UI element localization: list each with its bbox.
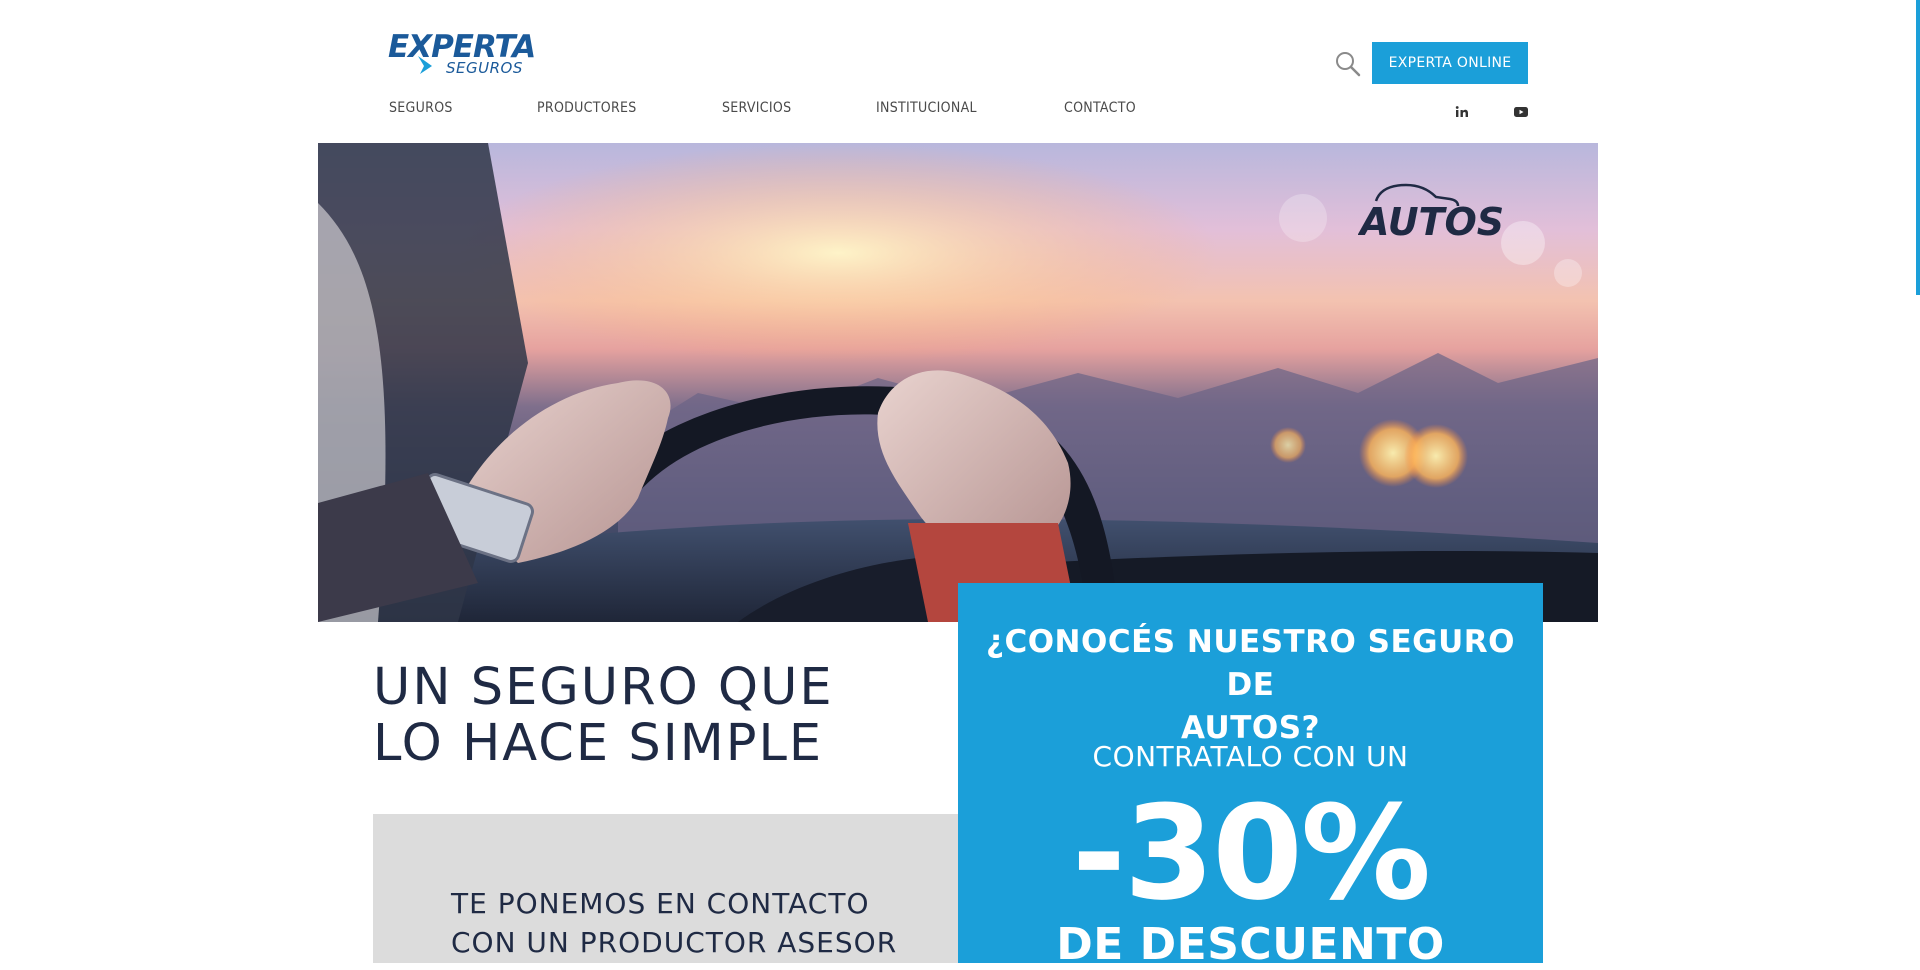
headline-line-1: UN SEGURO QUE (373, 658, 834, 717)
autos-badge: AUTOS (1358, 173, 1508, 243)
promo-percent: -30% (1071, 777, 1431, 929)
experta-logo[interactable]: EXPERTA SEGUROS (388, 30, 536, 82)
nav-item-servicios[interactable]: SERVICIOS (722, 100, 791, 116)
contact-text: TE PONEMOS EN CONTACTO CON UN PRODUCTOR … (451, 884, 897, 962)
nav-item-productores[interactable]: PRODUCTORES (537, 100, 637, 116)
promo-subtitle: CONTRATALO CON UN (1092, 740, 1409, 773)
main-headline: UN SEGURO QUE LO HACE SIMPLE (373, 660, 873, 772)
logo-subtitle: SEGUROS (446, 59, 523, 77)
promo-question: ¿CONOCÉS NUESTRO SEGURO DE AUTOS? (958, 621, 1543, 750)
contact-line-2: CON UN PRODUCTOR ASESOR (451, 926, 898, 959)
search-icon[interactable] (1333, 49, 1363, 79)
promo-question-line-1: ¿CONOCÉS NUESTRO SEGURO DE (985, 624, 1516, 703)
linkedin-icon[interactable] (1453, 103, 1471, 121)
youtube-icon[interactable] (1512, 103, 1530, 121)
promo-box: ¿CONOCÉS NUESTRO SEGURO DE AUTOS? CONTRA… (958, 583, 1543, 970)
headline-line-2: LO HACE SIMPLE (373, 714, 824, 773)
logo-swoosh-icon (418, 56, 432, 74)
contact-line-1: TE PONEMOS EN CONTACTO (451, 887, 870, 920)
promo-discount: DE DESCUENTO (1056, 919, 1445, 970)
hero-banner: AUTOS (318, 143, 1598, 622)
autos-badge-label: AUTOS (1358, 200, 1504, 243)
contact-productor-box[interactable]: TE PONEMOS EN CONTACTO CON UN PRODUCTOR … (373, 814, 959, 963)
car-icon: AUTOS (1358, 183, 1504, 243)
experta-online-button[interactable]: EXPERTA ONLINE (1372, 42, 1528, 84)
nav-item-contacto[interactable]: CONTACTO (1064, 100, 1136, 116)
nav-item-institucional[interactable]: INSTITUCIONAL (876, 100, 977, 116)
page-scroll-indicator[interactable] (1916, 0, 1920, 295)
nav-item-seguros[interactable]: SEGUROS (389, 100, 453, 116)
